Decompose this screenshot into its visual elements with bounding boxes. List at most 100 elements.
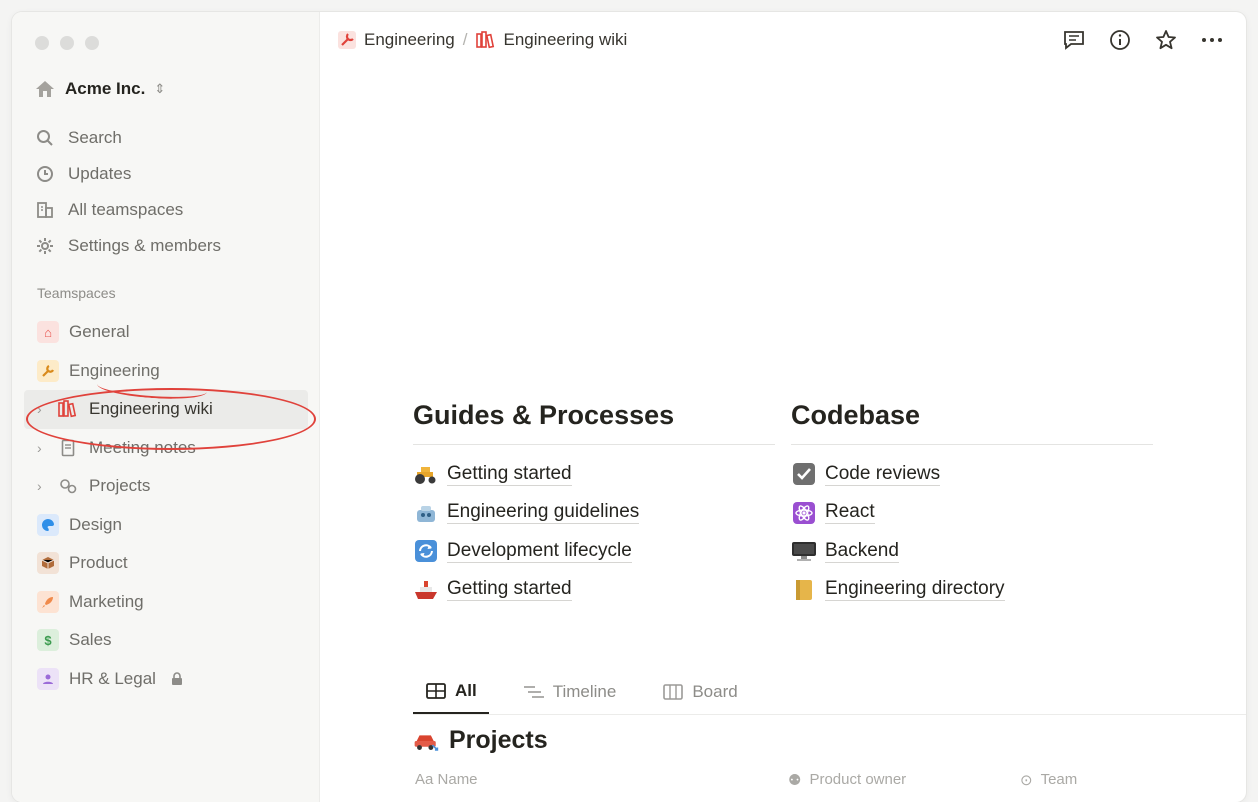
star-icon[interactable] (1154, 28, 1178, 52)
tab-label: Timeline (552, 682, 617, 701)
sidebar: Acme Inc. ⇕ Search Updates All teamspace… (12, 12, 320, 802)
view-tabs: All Timeline Board (413, 670, 1246, 715)
rocket-icon (37, 590, 59, 613)
sidebar-item-label: Design (69, 514, 122, 534)
info-icon[interactable] (1108, 28, 1132, 52)
teamspaces-list: ⌂ General Engineering › Engineering wiki… (24, 313, 308, 698)
package-icon (37, 552, 59, 575)
link-backend[interactable]: Backend (791, 532, 1153, 571)
link-label: Engineering guidelines (447, 501, 640, 525)
tab-all[interactable]: All (413, 670, 489, 714)
wrench-icon (37, 359, 59, 382)
close-window-button[interactable] (35, 36, 49, 50)
sidebar-item-all-teamspaces[interactable]: All teamspaces (34, 192, 221, 228)
link-getting-started[interactable]: Getting started (413, 455, 775, 494)
sidebar-item-projects[interactable]: › Projects (24, 467, 308, 506)
sidebar-item-label: Engineering (69, 360, 160, 380)
column-header-label: Product owner (809, 771, 907, 788)
codebase-heading: Codebase (791, 400, 1153, 445)
sidebar-item-general[interactable]: ⌂ General (24, 313, 308, 352)
ship-icon (413, 577, 439, 603)
database-title-text: Projects (449, 726, 548, 754)
guides-section: Guides & Processes Getting started Engin… (413, 400, 775, 609)
folder-icon (791, 577, 817, 603)
teamspaces-section-label: Teamspaces (37, 285, 116, 301)
sidebar-item-label: Settings & members (68, 236, 222, 255)
link-label: Getting started (447, 462, 572, 486)
clock-icon (34, 163, 56, 185)
house-icon: ⌂ (37, 321, 59, 344)
people-icon: ⚉ (788, 772, 802, 789)
column-header-name[interactable]: Aa Name (415, 771, 478, 788)
chevron-right-icon[interactable]: › (37, 401, 47, 417)
wrench-icon (336, 29, 358, 51)
sidebar-nav: Search Updates All teamspaces Settings &… (34, 120, 221, 264)
breadcrumb-current[interactable]: Engineering wiki (503, 30, 627, 50)
link-code-reviews[interactable]: Code reviews (791, 455, 1153, 494)
more-options-icon[interactable] (1200, 28, 1224, 52)
sidebar-item-engineering[interactable]: Engineering (24, 352, 308, 391)
page-actions (1062, 28, 1224, 52)
sidebar-item-marketing[interactable]: Marketing (24, 583, 308, 622)
link-label: Development lifecycle (447, 539, 632, 563)
tab-board[interactable]: Board (650, 670, 749, 714)
breadcrumb-parent[interactable]: Engineering (364, 30, 455, 50)
link-engineering-guidelines[interactable]: Engineering guidelines (413, 494, 775, 533)
sidebar-item-hr-legal[interactable]: HR & Legal (24, 660, 308, 699)
topbar: Engineering / Engineering wiki (320, 12, 1246, 70)
link-engineering-directory[interactable]: Engineering directory (791, 571, 1153, 610)
sidebar-item-label: Marketing (69, 591, 144, 611)
palette-icon (37, 513, 59, 536)
link-getting-started-2[interactable]: Getting started (413, 571, 775, 610)
sidebar-item-label: Search (68, 128, 122, 147)
sidebar-item-meeting-notes[interactable]: › Meeting notes (24, 429, 308, 468)
tab-timeline[interactable]: Timeline (511, 670, 629, 714)
chevron-right-icon[interactable]: › (37, 440, 47, 456)
sidebar-item-label: Product (69, 553, 128, 573)
building-icon (34, 199, 56, 221)
sidebar-item-engineering-wiki[interactable]: › Engineering wiki (24, 390, 308, 429)
workspace-house-icon (34, 78, 56, 100)
workspace-switcher[interactable]: Acme Inc. ⇕ (34, 78, 165, 100)
tab-label: All (455, 681, 477, 700)
chevron-updown-icon: ⇕ (154, 81, 166, 96)
link-development-lifecycle[interactable]: Development lifecycle (413, 532, 775, 571)
window-controls (35, 36, 99, 50)
dollar-icon: $ (37, 629, 59, 652)
person-icon (37, 667, 59, 690)
sidebar-item-updates[interactable]: Updates (34, 156, 221, 192)
gears-icon (57, 475, 79, 497)
sidebar-item-settings[interactable]: Settings & members (34, 228, 221, 264)
column-header-team[interactable]: ⊙ Team (1020, 771, 1077, 789)
codebase-section: Codebase Code reviews React Backend Engi… (791, 400, 1153, 609)
select-icon: ⊙ (1020, 772, 1033, 789)
link-label: React (825, 501, 875, 525)
column-header-product-owner[interactable]: ⚉ Product owner (788, 771, 906, 789)
search-icon (34, 127, 56, 149)
minimize-window-button[interactable] (60, 36, 74, 50)
library-icon (475, 29, 497, 51)
chevron-right-icon[interactable]: › (37, 478, 47, 494)
sidebar-item-label: Projects (89, 476, 151, 496)
breadcrumb: Engineering / Engineering wiki (336, 29, 627, 51)
sidebar-item-product[interactable]: Product (24, 544, 308, 583)
link-react[interactable]: React (791, 494, 1153, 533)
sidebar-item-sales[interactable]: $ Sales (24, 621, 308, 660)
library-icon (57, 398, 79, 420)
timeline-icon (523, 681, 545, 703)
sidebar-item-label: Updates (68, 164, 132, 183)
sidebar-item-label: General (69, 322, 130, 342)
sidebar-item-design[interactable]: Design (24, 506, 308, 545)
sidebar-item-search[interactable]: Search (34, 120, 221, 156)
tab-label: Board (692, 682, 738, 701)
robot-icon (413, 500, 439, 526)
cycle-icon (413, 538, 439, 564)
checkbox-icon (791, 461, 817, 487)
link-label: Getting started (447, 578, 572, 602)
column-header-label: Team (1040, 771, 1078, 788)
comments-icon[interactable] (1062, 28, 1086, 52)
breadcrumb-separator: / (462, 30, 468, 49)
tractor-icon (413, 461, 439, 487)
maximize-window-button[interactable] (85, 36, 99, 50)
sidebar-item-label: All teamspaces (68, 200, 184, 219)
